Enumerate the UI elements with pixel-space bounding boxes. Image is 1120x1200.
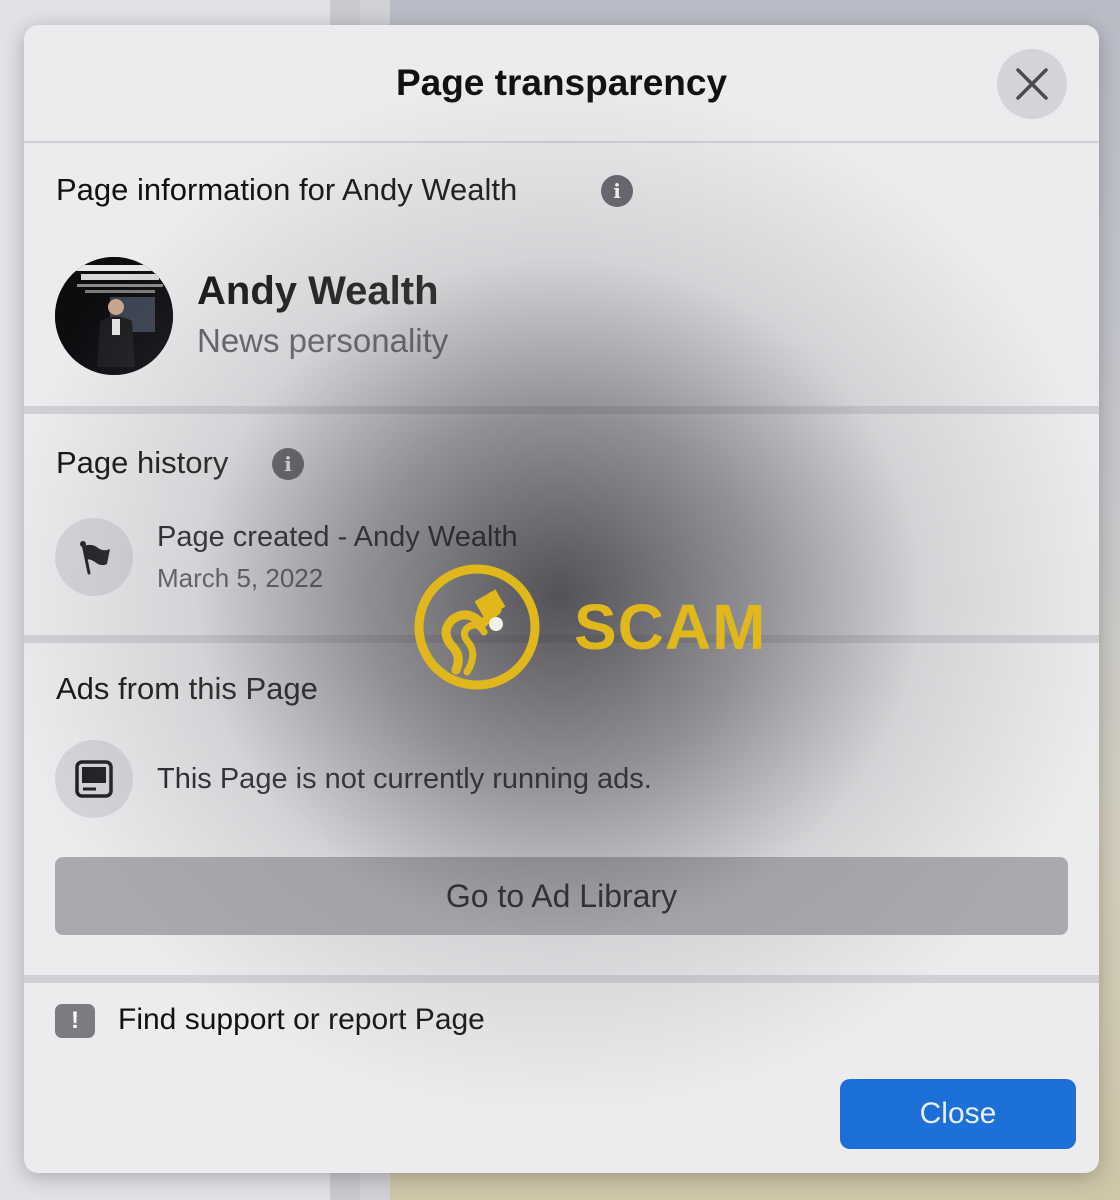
go-to-ad-library-button[interactable]: Go to Ad Library xyxy=(55,857,1068,935)
history-event-date: March 5, 2022 xyxy=(157,563,324,593)
dialog-title: Page transparency xyxy=(395,62,728,103)
page-transparency-dialog: Page transparency Page information for A… xyxy=(24,25,1099,1173)
ads-status-text: This Page is not currently running ads. xyxy=(157,763,652,795)
scam-watermark-text: SCAM xyxy=(574,591,767,663)
page-category: News personality xyxy=(197,322,449,359)
page-information-heading: Page information for Andy Wealth xyxy=(56,172,518,207)
ad-library-icon xyxy=(75,760,113,798)
history-event-title: Page created - Andy Wealth xyxy=(157,521,518,553)
page-history-heading: Page history xyxy=(56,445,229,480)
flag-icon xyxy=(80,541,110,575)
scam-watermark: SCAM xyxy=(412,562,765,692)
ads-icon-wrap xyxy=(55,740,133,818)
page-name[interactable]: Andy Wealth xyxy=(197,269,439,314)
report-alert-icon[interactable]: ! xyxy=(55,1004,95,1038)
close-dialog-button[interactable] xyxy=(997,49,1067,119)
history-event-icon-wrap xyxy=(55,518,133,596)
page-information-info-icon[interactable]: i xyxy=(601,175,633,207)
close-button[interactable]: Close xyxy=(840,1079,1076,1149)
ads-heading: Ads from this Page xyxy=(56,671,318,706)
section-divider xyxy=(24,975,1099,983)
scam-logo-icon xyxy=(414,564,540,690)
avatar[interactable] xyxy=(55,257,173,375)
page-history-info-icon[interactable]: i xyxy=(272,448,304,480)
section-divider xyxy=(24,406,1099,414)
find-support-link[interactable]: Find support or report Page xyxy=(118,1003,485,1037)
close-icon xyxy=(1016,68,1048,100)
dialog-header: Page transparency xyxy=(24,25,1099,143)
profile-picture xyxy=(55,257,173,375)
